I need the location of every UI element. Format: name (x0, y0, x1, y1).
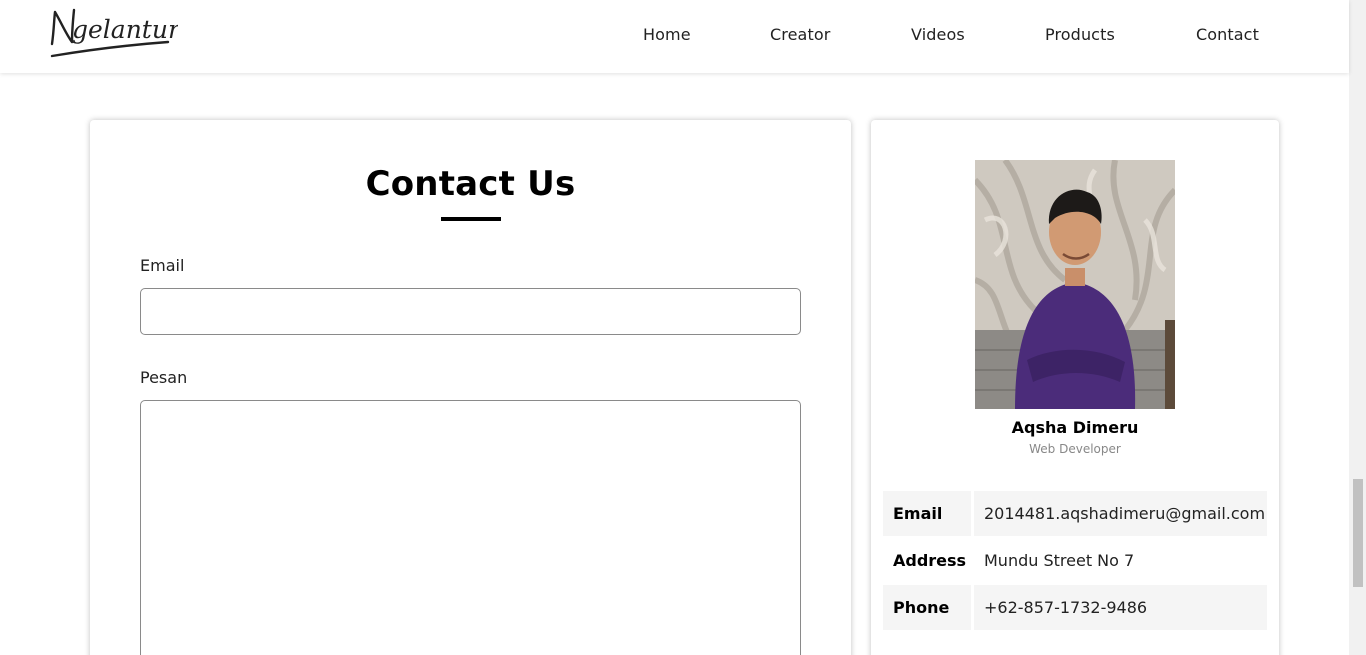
profile-name: Aqsha Dimeru (1011, 418, 1139, 437)
info-value: Mundu Street No 7 (984, 551, 1135, 570)
scrollbar-thumb[interactable] (1353, 479, 1363, 587)
email-input[interactable] (140, 288, 801, 335)
nav-products[interactable]: Products (1045, 25, 1115, 44)
nav-home[interactable]: Home (643, 25, 691, 44)
nav-creator[interactable]: Creator (770, 25, 830, 44)
message-label: Pesan (140, 368, 188, 387)
info-key: Phone (883, 585, 971, 630)
message-textarea[interactable] (140, 400, 801, 655)
profile-card: Aqsha Dimeru Web Developer Email 2014481… (871, 120, 1279, 655)
navbar: gelantur! Home Creator Videos Products C… (0, 0, 1349, 73)
info-value: +62-857-1732-9486 (974, 585, 1267, 630)
profile-photo (975, 160, 1175, 409)
info-value: 2014481.aqshadimeru@gmail.com (974, 491, 1267, 536)
info-row-email: Email 2014481.aqshadimeru@gmail.com (883, 491, 1267, 536)
info-key: Email (883, 491, 971, 536)
title-underline (441, 217, 501, 221)
info-key: Address (893, 551, 967, 570)
page-scrollbar[interactable] (1349, 0, 1366, 655)
contact-title: Contact Us (365, 164, 576, 204)
profile-role: Web Developer (1029, 442, 1121, 456)
info-row-address: Address Mundu Street No 7 (883, 538, 1267, 583)
email-label: Email (140, 256, 185, 275)
nav-links: Home Creator Videos Products Contact (0, 25, 1349, 49)
contact-form-card: Contact Us Email Pesan (90, 120, 851, 655)
nav-contact[interactable]: Contact (1196, 25, 1259, 44)
nav-videos[interactable]: Videos (911, 25, 965, 44)
info-row-phone: Phone +62-857-1732-9486 (883, 585, 1267, 630)
